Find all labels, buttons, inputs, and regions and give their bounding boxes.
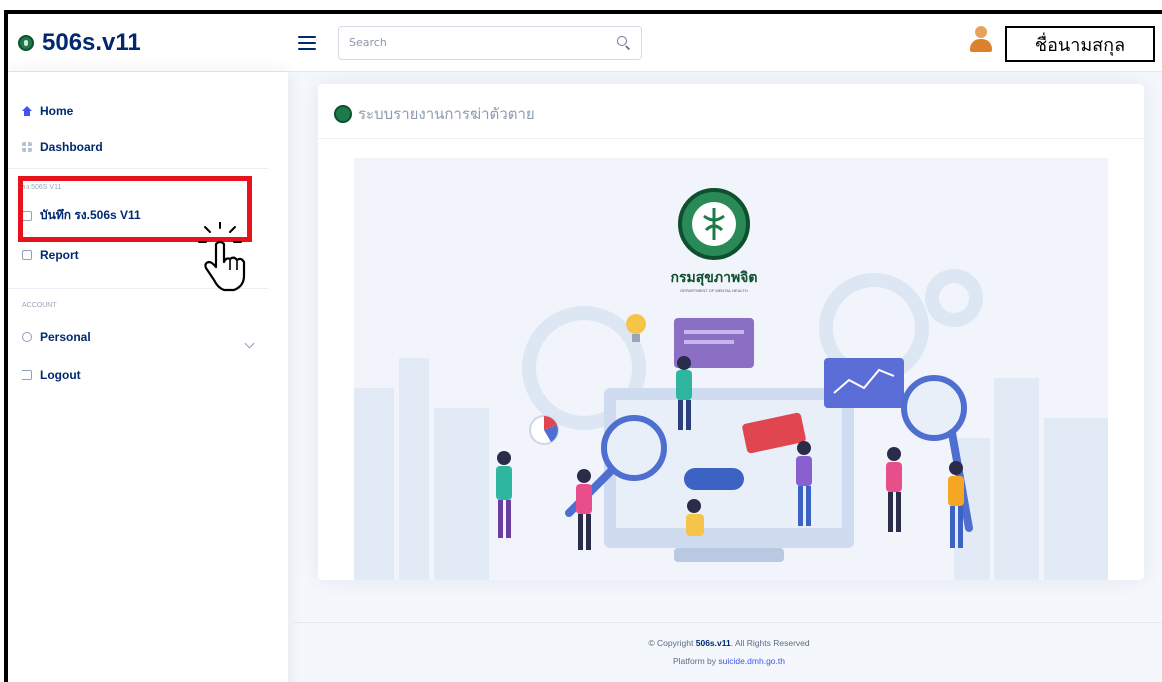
dept-name-en: DEPARTMENT OF MENTAL HEALTH (680, 288, 747, 293)
chevron-down-icon[interactable] (244, 338, 255, 349)
sidebar-item-logout[interactable]: Logout (22, 368, 81, 382)
user-avatar-icon[interactable] (970, 26, 992, 54)
card-title-text: ระบบรายงานการฆ่าตัวตาย (358, 105, 535, 123)
copyright-brand: 506s.v11 (695, 638, 731, 648)
platform-line: Platform by suicide.dmh.go.th (292, 652, 1162, 670)
sidebar-item-dashboard[interactable]: Dashboard (22, 140, 103, 154)
sidebar-item-report[interactable]: Report (22, 248, 79, 262)
user-name[interactable]: ชื่อนามสกุล (1005, 26, 1155, 62)
sidebar-heading-account: ACCOUNT (22, 302, 57, 309)
home-icon (22, 106, 32, 116)
menu-toggle-icon[interactable] (298, 32, 316, 54)
logout-icon (22, 370, 32, 380)
footer-divider (292, 622, 1162, 623)
platform-prefix: Platform by (673, 656, 719, 666)
copyright-suffix: . All Rights Reserved (730, 638, 810, 648)
card-divider (318, 138, 1144, 139)
sidebar-item-label: Logout (40, 368, 81, 382)
hero-illustration: กรมสุขภาพจิต DEPARTMENT OF MENTAL HEALTH (354, 158, 1108, 580)
dept-name-th: กรมสุขภาพจิต (671, 270, 758, 286)
sidebar: Home Dashboard รง.506s V11 บันทึก รง.506… (8, 72, 288, 682)
pointer-hand-icon (198, 222, 246, 292)
dmh-logo-icon (334, 105, 352, 123)
sidebar-item-label: Personal (40, 330, 91, 344)
main-card: ระบบรายงานการฆ่าตัวตาย กรมสุขภาพจิต DEPA… (318, 84, 1144, 580)
copyright-line: © Copyright 506s.v11. All Rights Reserve… (292, 634, 1162, 652)
sidebar-item-label: Report (40, 248, 79, 262)
top-header: 506s.v11 ชื่อนามสกุล (8, 14, 1162, 72)
person-icon (22, 332, 32, 342)
card-title: ระบบรายงานการฆ่าตัวตาย (334, 102, 535, 126)
brand[interactable]: 506s.v11 (8, 29, 288, 57)
grid-icon (22, 142, 32, 152)
platform-link[interactable]: suicide.dmh.go.th (718, 656, 785, 666)
app-frame: 506s.v11 ชื่อนามสกุล Home Dashboard รง.5… (4, 10, 1162, 682)
search-bar (338, 25, 642, 60)
sidebar-item-label: Home (40, 104, 74, 118)
brand-name: 506s.v11 (42, 28, 141, 56)
copyright-prefix: © Copyright (648, 638, 696, 648)
search-icon[interactable] (617, 35, 631, 50)
sidebar-item-personal[interactable]: Personal (22, 330, 91, 344)
report-icon (22, 250, 32, 260)
search-input[interactable] (349, 36, 617, 49)
footer: © Copyright 506s.v11. All Rights Reserve… (292, 634, 1162, 670)
sidebar-item-home[interactable]: Home (22, 104, 73, 118)
sidebar-divider (8, 168, 268, 169)
sidebar-item-label: Dashboard (40, 140, 103, 154)
data-analysis-illustration: กรมสุขภาพจิต DEPARTMENT OF MENTAL HEALTH (354, 188, 1108, 580)
brand-logo-icon (18, 34, 34, 51)
